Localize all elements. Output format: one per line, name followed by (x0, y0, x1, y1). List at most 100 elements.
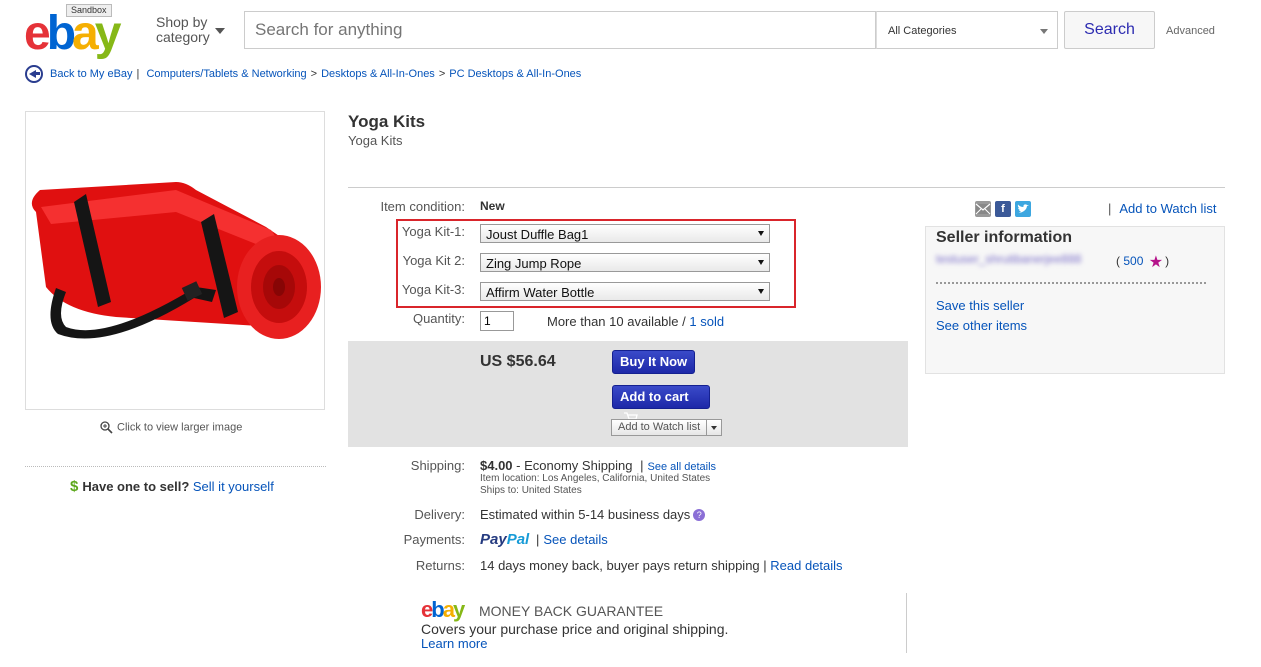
shop-by-line1: Shop by (156, 14, 208, 30)
star-icon: ★ (1148, 254, 1164, 271)
logo-letter: a (442, 597, 455, 622)
sell-promo: $ Have one to sell? Sell it yourself (70, 478, 274, 495)
chevron-down-icon (758, 289, 764, 294)
twitter-icon[interactable] (1015, 200, 1031, 217)
paypal-logo-part: Pay (480, 531, 507, 548)
sandbox-badge: Sandbox (66, 4, 112, 17)
variation-label: Yoga Kit 2: (402, 253, 465, 268)
add-to-cart-label: Add to cart (620, 389, 689, 404)
logo-letter: y (452, 597, 465, 622)
payments-label: Payments: (403, 532, 465, 547)
quantity-label: Quantity: (412, 311, 465, 326)
zoom-label: Click to view larger image (117, 421, 243, 434)
watch-link: | Add to Watch list (1108, 201, 1217, 216)
email-icon[interactable] (975, 200, 991, 217)
save-seller-link[interactable]: Save this seller (936, 298, 1024, 313)
yoga-mat-image (31, 182, 321, 339)
see-other-items-link[interactable]: See other items (936, 318, 1027, 333)
add-to-watch-list-button[interactable]: Add to Watch list (611, 419, 723, 436)
item-subtitle: Yoga Kits (348, 133, 403, 148)
share-icons: f (975, 200, 1035, 217)
logo-letter: b (431, 597, 445, 622)
condition-value: New (480, 199, 505, 213)
read-details-link[interactable]: Read details (770, 558, 842, 573)
search-button[interactable]: Search (1064, 11, 1155, 49)
seller-info-title: Seller information (936, 229, 1073, 246)
availability-text: More than 10 available / (547, 314, 686, 329)
buy-it-now-button[interactable]: Buy It Now (612, 350, 696, 374)
sold-count-link[interactable]: 1 sold (689, 314, 724, 329)
condition-label: Item condition: (380, 199, 465, 214)
ships-to: Ships to: United States (480, 485, 582, 496)
search-box[interactable] (244, 11, 876, 49)
ebay-logo-letters: ebay (24, 7, 121, 60)
facebook-icon[interactable]: f (995, 200, 1011, 217)
returns-value: 14 days money back, buyer pays return sh… (480, 558, 843, 573)
divider (348, 187, 1225, 188)
delivery-estimate: Estimated within 5-14 business days (480, 507, 691, 522)
ebay-mbg-logo: ebay (421, 597, 465, 622)
back-to-my-ebay-link[interactable]: Back to My eBay (50, 68, 133, 80)
breadcrumb: Back to My eBay | Computers/Tablets & Net… (50, 68, 582, 80)
zoom-in-icon (100, 421, 113, 434)
dollar-icon: $ (70, 478, 79, 495)
chevron-down-icon[interactable] (707, 420, 721, 435)
search-input[interactable] (245, 12, 875, 48)
shipping-method: - Economy Shipping (516, 458, 633, 473)
zoom-row[interactable]: Click to view larger image (100, 421, 242, 434)
guarantee-text: Covers your purchase price and original … (421, 621, 729, 637)
variation-select-3[interactable]: Affirm Water Bottle (480, 282, 770, 301)
learn-more-link[interactable]: Learn more (421, 636, 487, 651)
logo-letter: e (24, 7, 51, 60)
variation-select-value: Affirm Water Bottle (486, 285, 595, 300)
logo-letter: e (421, 597, 433, 622)
product-image[interactable] (25, 111, 325, 410)
breadcrumb-item[interactable]: Computers/Tablets & Networking (146, 68, 306, 80)
returns-text: 14 days money back, buyer pays return sh… (480, 558, 767, 573)
see-all-details-link[interactable]: See all details (648, 461, 717, 473)
watch-list-label: Add to Watch list (612, 420, 708, 435)
add-to-watch-list-link[interactable]: Add to Watch list (1119, 201, 1216, 216)
variation-select-2[interactable]: Zing Jump Rope (480, 253, 770, 272)
money-back-guarantee-title: MONEY BACK GUARANTEE (479, 603, 664, 619)
divider (936, 282, 1206, 284)
variation-label: Yoga Kit-3: (401, 282, 465, 297)
paypal-logo: PayPal (480, 531, 529, 548)
quantity-input[interactable] (480, 311, 514, 331)
category-select[interactable]: All Categories (876, 11, 1058, 49)
ebay-logo[interactable]: ebay Sandbox (24, 4, 144, 60)
shipping-cost: $4.00 (480, 458, 513, 473)
shop-by-line2: category (156, 29, 210, 45)
price: US $56.64 (480, 353, 556, 370)
availability: More than 10 available / 1 sold (547, 314, 724, 329)
help-icon[interactable]: ? (693, 509, 706, 521)
add-to-cart-button[interactable]: Add to cart (612, 385, 710, 423)
variation-select-value: Zing Jump Rope (486, 256, 582, 271)
back-arrow-icon[interactable] (25, 65, 43, 83)
item-location: Item location: Los Angeles, California, … (480, 473, 711, 484)
shipping-label: Shipping: (410, 458, 465, 473)
category-select-value: All Categories (888, 25, 957, 37)
divider (25, 466, 326, 467)
payment-details: | See details (536, 532, 608, 547)
variation-select-1[interactable]: Joust Duffle Bag1 (480, 224, 770, 243)
feedback-score-link[interactable]: 500 (1123, 254, 1143, 268)
chevron-down-icon (758, 260, 764, 265)
chevron-down-icon (758, 231, 764, 236)
paypal-logo-part: Pal (506, 531, 530, 548)
breadcrumb-item[interactable]: PC Desktops & All-In-Ones (449, 68, 581, 80)
shop-by-category[interactable]: Shop by category (156, 15, 210, 45)
chevron-down-icon[interactable] (215, 28, 225, 34)
breadcrumb-item[interactable]: Desktops & All-In-Ones (321, 68, 435, 80)
advanced-search-link[interactable]: Advanced (1166, 25, 1215, 37)
delivery-value: Estimated within 5-14 business days? (480, 507, 706, 522)
seller-name[interactable]: testuser_shrutibanerjee888 (936, 252, 1081, 266)
delivery-label: Delivery: (414, 507, 465, 522)
chevron-down-icon (1040, 29, 1048, 34)
sell-it-yourself-link[interactable]: Sell it yourself (193, 479, 274, 494)
divider (906, 593, 907, 653)
seller-feedback: ( 500 ★) (1116, 254, 1170, 271)
variation-label: Yoga Kit-1: (401, 224, 465, 239)
item-title: Yoga Kits (348, 112, 426, 131)
payment-see-details-link[interactable]: See details (543, 532, 607, 547)
